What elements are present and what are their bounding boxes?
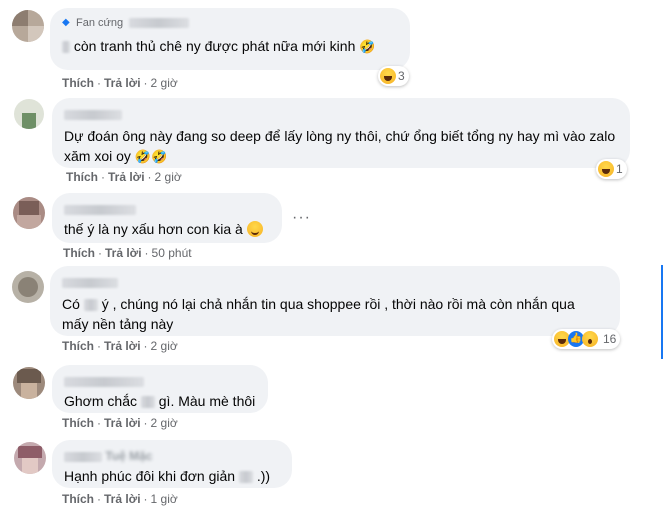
reply-link[interactable]: Trả lời — [108, 170, 145, 184]
commenter-name[interactable] — [64, 106, 618, 122]
comment-text: Có ý , chúng nó lại chả nhắn tin qua sho… — [62, 296, 575, 332]
avatar[interactable] — [13, 197, 45, 229]
avatar[interactable] — [12, 271, 44, 303]
fan-badge-label: Fan cứng — [76, 17, 124, 29]
avatar[interactable] — [12, 10, 44, 42]
like-link[interactable]: Thích — [62, 76, 94, 90]
avatar[interactable] — [14, 99, 44, 129]
reaction-summary[interactable]: 1 — [596, 159, 627, 179]
timestamp[interactable]: 2 giờ — [155, 170, 182, 184]
comment-actions: Thích · Trả lời · 2 giờ — [62, 416, 178, 430]
like-link[interactable]: Thích — [63, 246, 95, 260]
fan-badge: ◆ Fan cứng — [62, 16, 398, 30]
timestamp[interactable]: 2 giờ — [151, 416, 178, 430]
reply-link[interactable]: Trả lời — [105, 246, 142, 260]
like-link[interactable]: Thích — [66, 170, 98, 184]
comment-bubble: Có ý , chúng nó lại chả nhắn tin qua sho… — [50, 266, 620, 336]
smile-emoji-icon — [246, 221, 263, 237]
comment-actions: Thích · Trả lời · 2 giờ — [62, 76, 178, 90]
rofl-emoji: 🤣🤣 — [134, 149, 168, 164]
like-link[interactable]: Thích — [62, 492, 94, 506]
comment-text: còn tranh thủ chê ny được phát nữa mới k… — [62, 36, 398, 57]
commenter-name[interactable] — [62, 274, 608, 290]
reply-link[interactable]: Trả lời — [104, 416, 141, 430]
commenter-name[interactable]: Tuệ Mặc — [64, 448, 280, 464]
wow-reaction-icon — [582, 331, 598, 347]
blurred-text — [140, 396, 155, 409]
haha-reaction-icon — [380, 68, 396, 84]
reaction-summary[interactable]: 3 — [378, 66, 409, 86]
reaction-summary[interactable]: 👍 16 — [552, 329, 621, 349]
timestamp[interactable]: 2 giờ — [151, 76, 178, 90]
timestamp[interactable]: 50 phút — [152, 246, 192, 260]
like-link[interactable]: Thích — [62, 416, 94, 430]
comment-actions: Thích · Trả lời · 2 giờ — [62, 339, 178, 353]
comment-actions: Thích · Trả lời · 2 giờ — [66, 170, 182, 184]
rofl-emoji: 🤣 — [359, 39, 376, 54]
comment-actions: Thích · Trả lời · 50 phút — [63, 246, 192, 260]
commenter-name[interactable] — [64, 373, 256, 389]
comment-text: thế ý là ny xấu hơn con kia à — [64, 219, 270, 239]
like-link[interactable]: Thích — [62, 339, 94, 353]
avatar[interactable] — [13, 367, 45, 399]
scrollbar[interactable] — [661, 265, 663, 359]
comment-text: Hạnh phúc đôi khi đơn giản .)) — [64, 468, 271, 484]
commenter-name[interactable] — [129, 18, 190, 28]
comment-text: Ghơm chắc gì. Màu mè thôi — [64, 393, 256, 409]
blurred-text — [83, 299, 98, 312]
comment-actions: Thích · Trả lời · 1 giờ — [62, 492, 178, 506]
reply-link[interactable]: Trả lời — [104, 492, 141, 506]
comment-text: Dự đoán ông này đang so deep để lấy lòng… — [64, 128, 616, 164]
reply-link[interactable]: Trả lời — [104, 76, 141, 90]
haha-reaction-icon — [598, 161, 614, 177]
comment-bubble: Dự đoán ông này đang so deep để lấy lòng… — [52, 98, 630, 168]
diamond-icon: ◆ — [62, 17, 70, 28]
comment-bubble: thế ý là ny xấu hơn con kia à — [52, 193, 282, 243]
comment-bubble: Tuệ Mặc Hạnh phúc đôi khi đơn giản .)) — [52, 440, 292, 488]
avatar[interactable] — [14, 442, 46, 474]
blurred-text — [62, 41, 70, 54]
timestamp[interactable]: 2 giờ — [151, 339, 178, 353]
blurred-text — [238, 471, 253, 484]
comment-bubble: Ghơm chắc gì. Màu mè thôi — [52, 365, 268, 413]
reply-link[interactable]: Trả lời — [104, 339, 141, 353]
more-options-icon[interactable]: ··· — [292, 209, 311, 227]
commenter-name[interactable] — [64, 201, 270, 217]
comment-bubble: ◆ Fan cứng còn tranh thủ chê ny được phá… — [50, 8, 410, 70]
timestamp[interactable]: 1 giờ — [151, 492, 178, 506]
